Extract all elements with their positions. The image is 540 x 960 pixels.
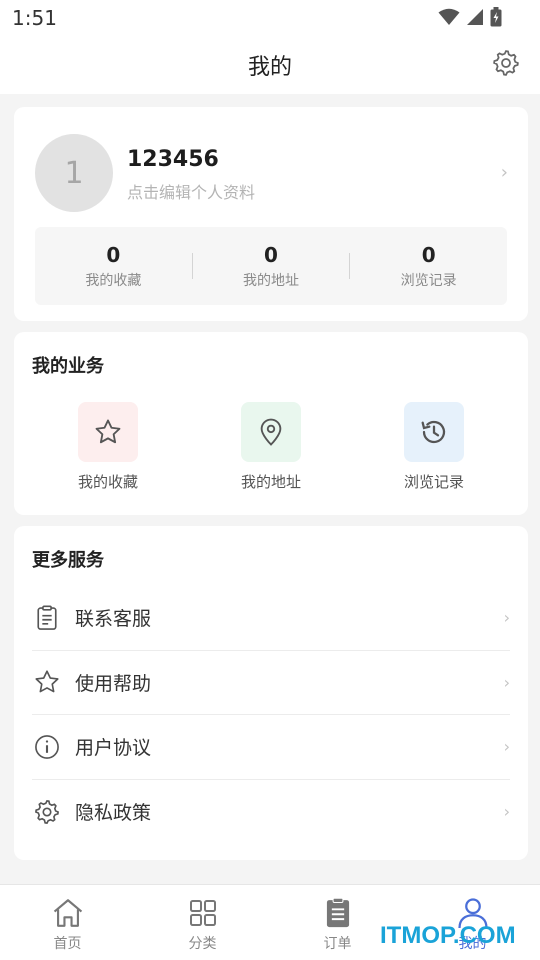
stat-label: 我的地址	[243, 273, 299, 289]
business-item-label: 我的地址	[240, 473, 301, 491]
order-list-icon	[320, 895, 356, 931]
chevron-right-icon: ›	[503, 802, 510, 822]
gear-icon	[32, 797, 62, 827]
chevron-right-icon: ›	[503, 608, 510, 628]
title-bar: 我的	[0, 36, 540, 94]
business-item-label: 我的收藏	[77, 473, 138, 491]
section-title: 更多服务	[32, 550, 104, 571]
menu-item-help[interactable]: 使用帮助 ›	[32, 651, 510, 715]
section-title: 我的业务	[32, 356, 104, 377]
stat-value: 0	[106, 243, 121, 267]
menu-item-label: 隐私政策	[75, 802, 152, 825]
business-card: 我的业务 我的收藏 我的地址 浏览记录	[14, 332, 528, 515]
page-title: 我的	[247, 55, 292, 80]
gear-icon	[491, 48, 521, 82]
grid-icon	[185, 895, 221, 931]
info-icon	[32, 732, 62, 762]
signal-icon	[466, 8, 484, 30]
chevron-right-icon[interactable]: ›	[501, 162, 508, 183]
avatar[interactable]: 1	[35, 134, 113, 212]
tab-category[interactable]: 分类	[135, 885, 270, 960]
history-icon	[404, 402, 464, 462]
chevron-right-icon: ›	[503, 672, 510, 692]
menu-item-label: 用户协议	[75, 737, 152, 760]
username[interactable]: 123456	[127, 147, 219, 172]
stat-favorites[interactable]: 0 我的收藏	[35, 242, 192, 290]
status-time: 1:51	[12, 6, 57, 30]
watermark-logo: ITMOP.COM	[380, 922, 516, 949]
profile-card: 1 123456 点击编辑个人资料 › 0 我的收藏 0 我的地址 0 浏览记录	[14, 107, 528, 321]
location-pin-icon	[241, 402, 301, 462]
star-icon	[78, 402, 138, 462]
status-bar: 1:51	[0, 0, 540, 36]
home-icon	[50, 895, 86, 931]
business-item-favorites[interactable]: 我的收藏	[14, 402, 202, 492]
wifi-icon	[438, 8, 460, 30]
stat-label: 我的收藏	[85, 273, 142, 289]
menu-item-label: 联系客服	[75, 608, 152, 631]
edit-profile-hint[interactable]: 点击编辑个人资料	[127, 179, 255, 203]
chevron-right-icon: ›	[503, 737, 510, 757]
business-item-history[interactable]: 浏览记录	[340, 402, 528, 492]
services-card: 更多服务 联系客服 › 使用帮助 › 用户协议 › 隐私政策 ›	[14, 526, 528, 860]
star-outline-icon	[32, 667, 62, 697]
menu-item-user-agreement[interactable]: 用户协议 ›	[32, 715, 510, 780]
settings-button[interactable]	[490, 49, 522, 81]
stat-value: 0	[264, 243, 278, 267]
stats-bar: 0 我的收藏 0 我的地址 0 浏览记录	[35, 227, 507, 305]
stat-value: 0	[421, 243, 436, 267]
business-grid: 我的收藏 我的地址 浏览记录	[14, 402, 528, 492]
status-icons	[438, 7, 502, 31]
stat-addresses[interactable]: 0 我的地址	[193, 242, 350, 290]
menu-item-customer-service[interactable]: 联系客服 ›	[32, 586, 510, 651]
services-list: 联系客服 › 使用帮助 › 用户协议 › 隐私政策 ›	[32, 586, 510, 844]
business-item-address[interactable]: 我的地址	[202, 402, 340, 492]
tab-label: 分类	[188, 936, 217, 952]
stat-label: 浏览记录	[400, 273, 457, 289]
tab-label: 首页	[53, 936, 82, 952]
tab-label: 订单	[323, 936, 352, 952]
clipboard-icon	[32, 603, 62, 633]
stat-history[interactable]: 0 浏览记录	[350, 242, 507, 290]
tab-home[interactable]: 首页	[0, 885, 135, 960]
menu-item-privacy-policy[interactable]: 隐私政策 ›	[32, 780, 510, 845]
menu-item-label: 使用帮助	[75, 672, 152, 695]
business-item-label: 浏览记录	[403, 473, 464, 491]
battery-icon	[490, 7, 502, 31]
